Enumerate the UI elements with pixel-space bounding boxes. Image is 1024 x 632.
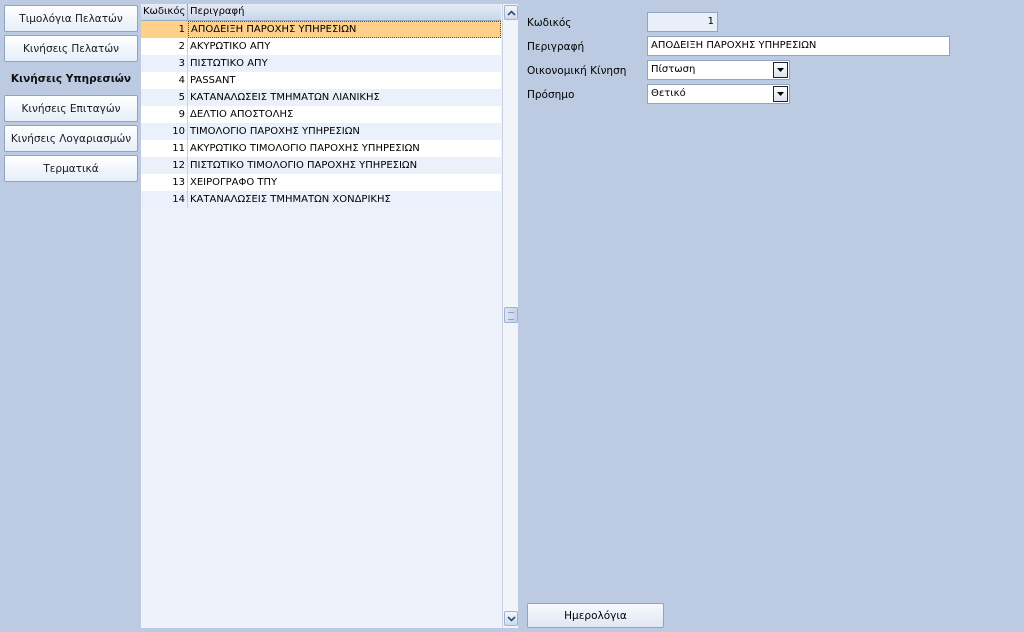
services-grid: Κωδικός Περιγραφή 1 ΑΠΟΔΕΙΞΗ ΠΑΡΟΧΗΣ ΥΠΗΡ… bbox=[141, 4, 518, 628]
row-code-cell[interactable]: 11 bbox=[141, 140, 188, 157]
sign-label: Πρόσημο bbox=[527, 89, 575, 101]
row-description-cell[interactable]: ΑΠΟΔΕΙΞΗ ΠΑΡΟΧΗΣ ΥΠΗΡΕΣΙΩΝ bbox=[188, 21, 501, 38]
nav-cheque-movements-button[interactable]: Κινήσεις Επιταγών bbox=[4, 95, 138, 122]
row-code-cell[interactable]: 14 bbox=[141, 191, 188, 208]
column-header-code[interactable]: Κωδικός bbox=[141, 4, 188, 20]
journals-button[interactable]: Ημερολόγια bbox=[527, 603, 664, 628]
code-field[interactable]: 1 bbox=[647, 12, 718, 32]
row-code-cell[interactable]: 1 bbox=[141, 21, 188, 38]
financial-movement-value: Πίστωση bbox=[651, 64, 696, 75]
detail-form: Κωδικός 1 Περιγραφή ΑΠΟΔΕΙΞΗ ΠΑΡΟΧΗΣ ΥΠΗ… bbox=[519, 0, 1024, 632]
row-description-cell[interactable]: ΧΕΙΡΟΓΡΑΦΟ ΤΠΥ bbox=[188, 174, 501, 191]
row-description-cell[interactable]: PASSANT bbox=[188, 72, 501, 89]
left-nav: Τιμολόγια Πελατών Κινήσεις Πελατών Κινήσ… bbox=[0, 0, 141, 632]
row-code-cell[interactable]: 13 bbox=[141, 174, 188, 191]
code-label: Κωδικός bbox=[527, 17, 572, 29]
nav-customer-invoices-button[interactable]: Τιμολόγια Πελατών bbox=[4, 5, 138, 32]
scroll-down-button[interactable] bbox=[504, 611, 518, 626]
table-row[interactable]: 14 ΚΑΤΑΝΑΛΩΣΕΙΣ ΤΜΗΜΑΤΩΝ ΧΟΝΔΡΙΚΗΣ bbox=[141, 191, 501, 208]
row-description-cell[interactable]: ΤΙΜΟΛΟΓΙΟ ΠΑΡΟΧΗΣ ΥΠΗΡΕΣΙΩΝ bbox=[188, 123, 501, 140]
table-row[interactable]: 1 ΑΠΟΔΕΙΞΗ ΠΑΡΟΧΗΣ ΥΠΗΡΕΣΙΩΝ bbox=[141, 21, 501, 38]
grid-vertical-scrollbar[interactable] bbox=[502, 4, 518, 628]
row-code-cell[interactable]: 3 bbox=[141, 55, 188, 72]
dropdown-arrow-icon bbox=[777, 92, 784, 96]
nav-service-movements-button[interactable]: Κινήσεις Υπηρεσιών bbox=[4, 65, 138, 92]
chevron-down-icon bbox=[506, 615, 516, 622]
row-code-cell[interactable]: 5 bbox=[141, 89, 188, 106]
table-row[interactable]: 13 ΧΕΙΡΟΓΡΑΦΟ ΤΠΥ bbox=[141, 174, 501, 191]
grid-header: Κωδικός Περιγραφή bbox=[141, 4, 501, 21]
column-header-description[interactable]: Περιγραφή bbox=[188, 4, 501, 20]
table-row[interactable]: 11 ΑΚΥΡΩΤΙΚΟ ΤΙΜΟΛΟΓΙΟ ΠΑΡΟΧΗΣ ΥΠΗΡΕΣΙΩΝ bbox=[141, 140, 501, 157]
table-row[interactable]: 5 ΚΑΤΑΝΑΛΩΣΕΙΣ ΤΜΗΜΑΤΩΝ ΛΙΑΝΙΚΗΣ bbox=[141, 89, 501, 106]
table-row[interactable]: 12 ΠΙΣΤΩΤΙΚΟ ΤΙΜΟΛΟΓΙΟ ΠΑΡΟΧΗΣ ΥΠΗΡΕΣΙΩΝ bbox=[141, 157, 501, 174]
financial-movement-label: Οικονομική Κίνηση bbox=[527, 65, 627, 77]
row-code-cell[interactable]: 2 bbox=[141, 38, 188, 55]
table-row[interactable]: 4 PASSANT bbox=[141, 72, 501, 89]
scroll-thumb[interactable] bbox=[504, 307, 518, 323]
table-row[interactable]: 9 ΔΕΛΤΙΟ ΑΠΟΣΤΟΛΗΣ bbox=[141, 106, 501, 123]
row-description-cell[interactable]: ΑΚΥΡΩΤΙΚΟ ΤΙΜΟΛΟΓΙΟ ΠΑΡΟΧΗΣ ΥΠΗΡΕΣΙΩΝ bbox=[188, 140, 501, 157]
nav-account-movements-button[interactable]: Κινήσεις Λογαριασμών bbox=[4, 125, 138, 152]
financial-movement-select[interactable]: Πίστωση bbox=[647, 60, 790, 80]
sign-select[interactable]: Θετικό bbox=[647, 84, 790, 104]
row-code-cell[interactable]: 9 bbox=[141, 106, 188, 123]
description-label: Περιγραφή bbox=[527, 41, 585, 53]
row-description-cell[interactable]: ΚΑΤΑΝΑΛΩΣΕΙΣ ΤΜΗΜΑΤΩΝ ΛΙΑΝΙΚΗΣ bbox=[188, 89, 501, 106]
chevron-up-icon bbox=[506, 9, 516, 16]
row-description-cell[interactable]: ΚΑΤΑΝΑΛΩΣΕΙΣ ΤΜΗΜΑΤΩΝ ΧΟΝΔΡΙΚΗΣ bbox=[188, 191, 501, 208]
nav-terminals-button[interactable]: Τερματικά bbox=[4, 155, 138, 182]
row-description-cell[interactable]: ΔΕΛΤΙΟ ΑΠΟΣΤΟΛΗΣ bbox=[188, 106, 501, 123]
nav-customer-movements-button[interactable]: Κινήσεις Πελατών bbox=[4, 35, 138, 62]
sign-dropdown-button[interactable] bbox=[773, 86, 788, 102]
table-row[interactable]: 10 ΤΙΜΟΛΟΓΙΟ ΠΑΡΟΧΗΣ ΥΠΗΡΕΣΙΩΝ bbox=[141, 123, 501, 140]
row-description-cell[interactable]: ΠΙΣΤΩΤΙΚΟ ΤΙΜΟΛΟΓΙΟ ΠΑΡΟΧΗΣ ΥΠΗΡΕΣΙΩΝ bbox=[188, 157, 501, 174]
table-row[interactable]: 2 ΑΚΥΡΩΤΙΚΟ ΑΠΥ bbox=[141, 38, 501, 55]
grid-body: 1 ΑΠΟΔΕΙΞΗ ΠΑΡΟΧΗΣ ΥΠΗΡΕΣΙΩΝ 2 ΑΚΥΡΩΤΙΚΟ ΑΠ… bbox=[141, 21, 501, 208]
row-description-cell[interactable]: ΑΚΥΡΩΤΙΚΟ ΑΠΥ bbox=[188, 38, 501, 55]
financial-movement-dropdown-button[interactable] bbox=[773, 62, 788, 78]
table-row[interactable]: 3 ΠΙΣΤΩΤΙΚΟ ΑΠΥ bbox=[141, 55, 501, 72]
row-description-cell[interactable]: ΠΙΣΤΩΤΙΚΟ ΑΠΥ bbox=[188, 55, 501, 72]
grid-empty-area bbox=[141, 208, 501, 628]
dropdown-arrow-icon bbox=[777, 68, 784, 72]
row-code-cell[interactable]: 4 bbox=[141, 72, 188, 89]
sign-value: Θετικό bbox=[651, 88, 686, 99]
description-field[interactable]: ΑΠΟΔΕΙΞΗ ΠΑΡΟΧΗΣ ΥΠΗΡΕΣΙΩΝ bbox=[647, 36, 950, 56]
row-code-cell[interactable]: 12 bbox=[141, 157, 188, 174]
row-code-cell[interactable]: 10 bbox=[141, 123, 188, 140]
scroll-up-button[interactable] bbox=[504, 5, 518, 20]
